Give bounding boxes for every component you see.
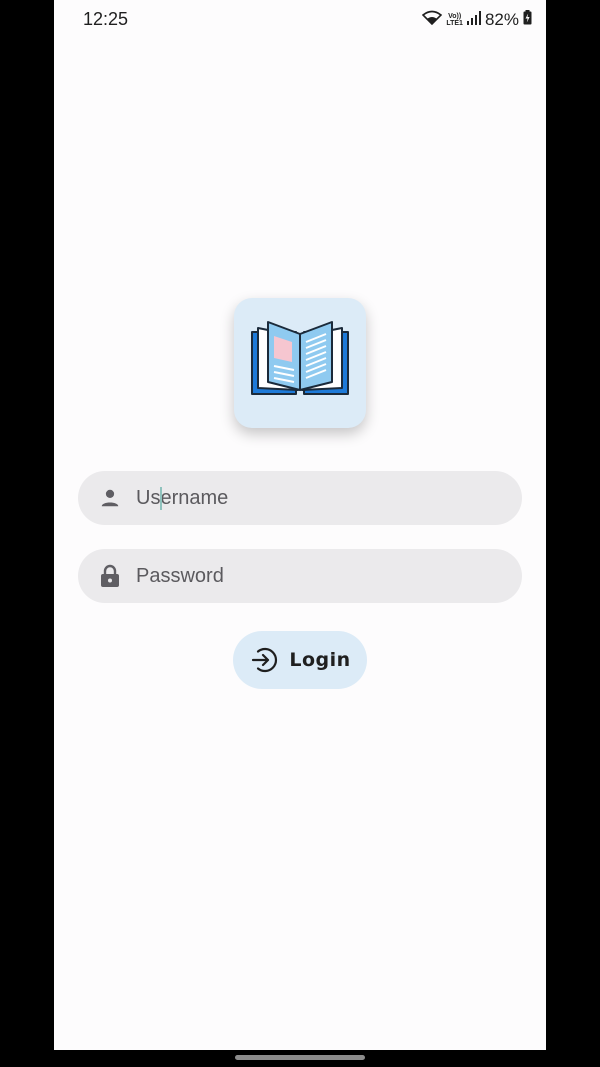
volte-indicator: Vo)) LTE1 xyxy=(446,13,463,27)
wifi-icon xyxy=(422,10,443,31)
signal-icon xyxy=(466,10,481,30)
battery-charging-icon xyxy=(523,10,532,30)
status-time: 12:25 xyxy=(83,9,129,29)
open-book-icon xyxy=(248,318,352,409)
username-input[interactable] xyxy=(136,486,496,510)
app-screen: 12:25 Vo)) LTE1 82% Username Login xyxy=(54,0,546,1050)
username-field[interactable] xyxy=(78,471,522,525)
battery-percent: 82% xyxy=(484,10,519,29)
home-indicator[interactable] xyxy=(235,1055,365,1060)
password-field[interactable] xyxy=(78,549,522,603)
volte-label: Vo)) xyxy=(448,13,462,20)
person-icon xyxy=(98,486,122,510)
password-input[interactable] xyxy=(136,564,496,588)
app-logo xyxy=(234,298,366,428)
status-bar: 12:25 Vo)) LTE1 82% xyxy=(54,0,546,40)
login-arrow-icon xyxy=(249,645,279,675)
status-icons: Vo)) LTE1 82% xyxy=(422,9,532,31)
text-cursor xyxy=(160,487,162,510)
lte-label: LTE1 xyxy=(446,20,463,27)
lock-icon xyxy=(98,564,122,588)
login-button[interactable]: Login xyxy=(233,631,367,689)
login-label: Login xyxy=(289,649,351,671)
